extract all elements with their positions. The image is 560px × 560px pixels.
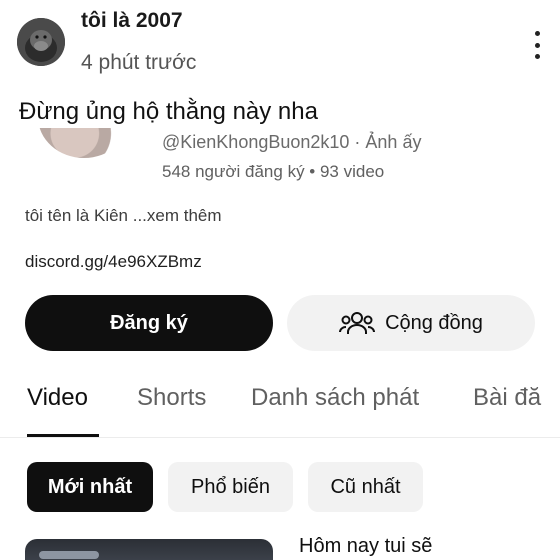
vertical-ellipsis-icon (534, 31, 540, 36)
thumbnail-detail (39, 551, 99, 559)
video-thumbnail[interactable] (25, 539, 273, 560)
monkey-avatar-image (17, 18, 65, 66)
vertical-ellipsis-icon (534, 54, 540, 59)
community-button[interactable]: Cộng đồng (287, 295, 535, 351)
channel-screenshot: @KienKhongBuon2k10 · Ảnh ấy 548 người đă… (0, 128, 560, 560)
tab-posts[interactable]: Bài đă (473, 384, 541, 412)
post-header: tôi là 2007 4 phút trước (0, 0, 560, 90)
channel-avatar (38, 128, 130, 158)
tab-shorts[interactable]: Shorts (137, 384, 206, 412)
post-username[interactable]: tôi là 2007 (81, 9, 183, 33)
community-label: Cộng đồng (385, 311, 483, 334)
filter-oldest[interactable]: Cũ nhất (308, 462, 423, 512)
subscribe-label: Đăng ký (110, 311, 188, 334)
post-caption: Đừng ủng hộ thằng này nha (19, 98, 318, 125)
channel-description[interactable]: tôi tên là Kiên ...xem thêm (25, 206, 222, 226)
channel-link[interactable]: discord.gg/4e96XZBmz (25, 252, 202, 272)
filter-latest[interactable]: Mới nhất (27, 462, 153, 512)
channel-tabs: Video Shorts Danh sách phát Bài đă (0, 368, 560, 438)
subscribe-button[interactable]: Đăng ký (25, 295, 273, 351)
avatar[interactable] (17, 18, 65, 66)
active-tab-indicator (27, 434, 99, 437)
video-title[interactable]: Hôm nay tui sẽ (299, 535, 432, 558)
filter-popular[interactable]: Phổ biến (168, 462, 293, 512)
post-timestamp: 4 phút trước (81, 51, 197, 74)
more-options-button[interactable] (526, 28, 548, 62)
channel-stats: 548 người đăng ký • 93 video (162, 162, 385, 181)
vertical-ellipsis-icon (534, 42, 540, 48)
tab-video[interactable]: Video (27, 384, 88, 412)
channel-handle: @KienKhongBuon2k10 · Ảnh ấy (162, 132, 422, 152)
people-icon (339, 312, 376, 334)
tab-playlists[interactable]: Danh sách phát (251, 384, 419, 412)
